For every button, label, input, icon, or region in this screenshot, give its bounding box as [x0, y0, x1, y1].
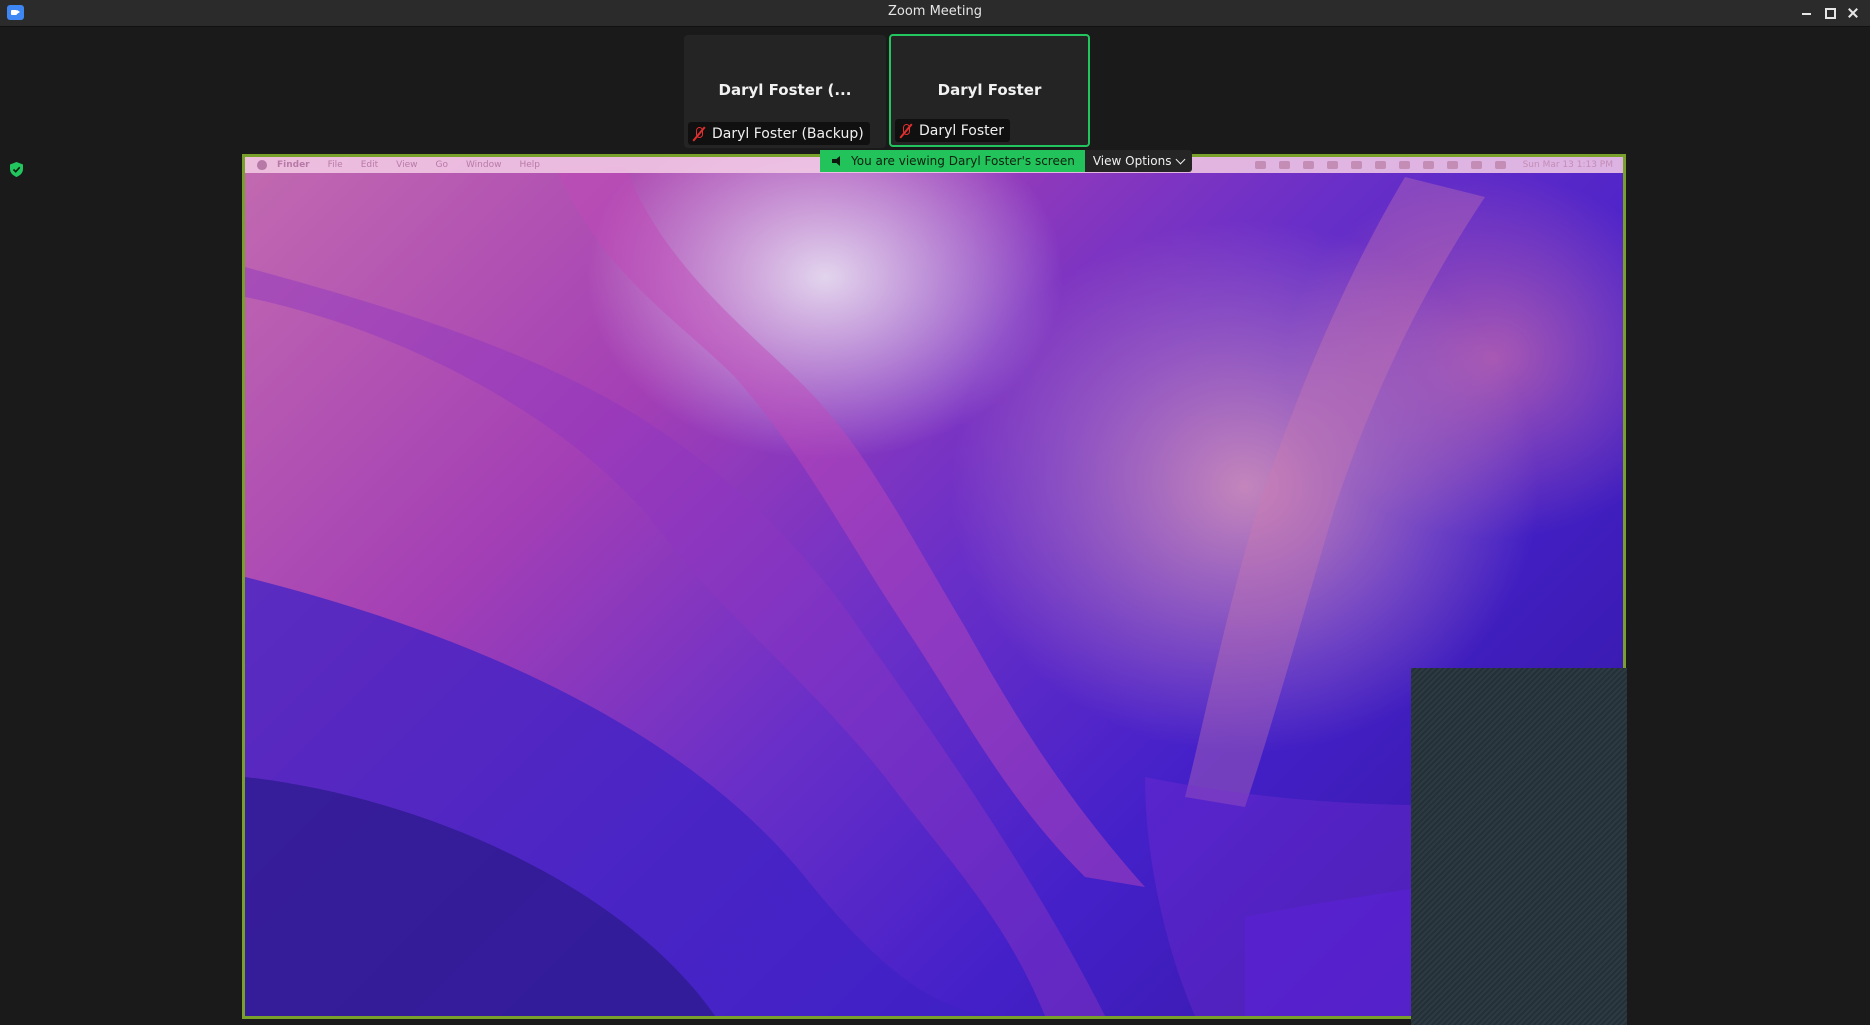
user-switch-icon	[1422, 161, 1434, 169]
control-center-icon	[1470, 161, 1482, 169]
status-user-icon	[1254, 161, 1266, 169]
mac-clock: Sun Mar 13 1:13 PM	[1522, 160, 1613, 170]
speaker-icon	[832, 156, 843, 166]
apple-icon	[257, 160, 267, 170]
mac-menu-item: Edit	[360, 160, 379, 170]
participant-label-text: Daryl Foster (Backup)	[712, 125, 864, 142]
screen-share-banner: You are viewing Daryl Foster's screen Vi…	[820, 150, 1193, 172]
bluetooth-icon	[1374, 161, 1386, 169]
close-button[interactable]	[1843, 3, 1863, 23]
window-title: Zoom Meeting	[887, 4, 983, 19]
mac-menu-item: Help	[519, 160, 540, 170]
viewing-notice-text: You are viewing Daryl Foster's screen	[851, 154, 1075, 168]
participant-tile-active-speaker[interactable]: Daryl Foster Daryl Foster	[889, 34, 1090, 147]
self-view-video[interactable]	[1411, 668, 1627, 1025]
shield-check-icon[interactable]	[10, 162, 23, 177]
mic-off-icon	[899, 123, 913, 139]
status-pen-icon	[1302, 161, 1314, 169]
status-audio-icon	[1326, 161, 1338, 169]
chevron-down-icon	[1176, 154, 1186, 165]
participant-name-label: Daryl Foster (Backup)	[688, 122, 870, 145]
status-zoom-icon	[1278, 161, 1290, 169]
minimize-button[interactable]	[1797, 3, 1817, 23]
view-options-button[interactable]: View Options	[1084, 150, 1193, 172]
viewing-notice: You are viewing Daryl Foster's screen	[820, 150, 1085, 172]
mac-menu-item: Go	[435, 160, 448, 170]
participant-tile-name: Daryl Foster	[937, 81, 1042, 99]
view-options-label: View Options	[1092, 154, 1172, 168]
wifi-icon	[1398, 161, 1410, 169]
spotlight-search-icon	[1446, 161, 1458, 169]
mac-menu-item: Window	[465, 160, 502, 170]
title-bar: Zoom Meeting	[0, 0, 1870, 27]
participant-label-text: Daryl Foster	[919, 122, 1005, 139]
mac-menu-item: File	[327, 160, 343, 170]
mac-status-area: Sun Mar 13 1:13 PM	[1254, 157, 1613, 173]
participant-tile-backup[interactable]: Daryl Foster (... Daryl Foster (Backup)	[684, 35, 886, 148]
participant-name-label: Daryl Foster	[895, 119, 1011, 142]
participant-tile-name: Daryl Foster (...	[718, 81, 852, 99]
siri-icon	[1494, 161, 1506, 169]
mac-menu-item: View	[396, 160, 418, 170]
maximize-button[interactable]	[1820, 3, 1840, 23]
status-keyboard-icon	[1350, 161, 1362, 169]
mic-off-icon	[692, 126, 706, 142]
mac-menu-item: Finder	[277, 160, 310, 170]
